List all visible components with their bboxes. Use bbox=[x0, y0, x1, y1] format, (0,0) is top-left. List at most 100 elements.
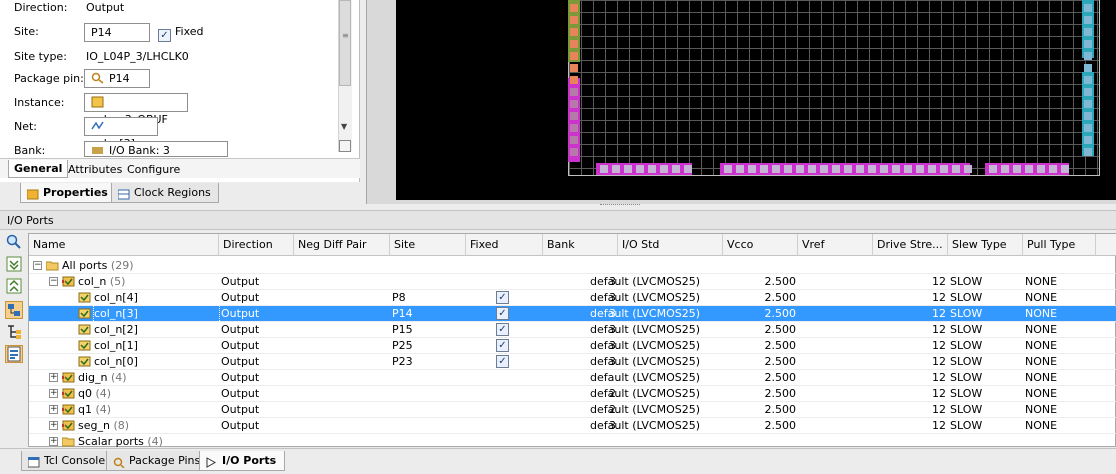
table-row[interactable]: + dig_n (4) Output default (LVCMOS25) 2.500 1… bbox=[29, 370, 1116, 386]
fixed-checkbox[interactable]: ✓ bbox=[496, 355, 509, 368]
io-pad[interactable] bbox=[1084, 76, 1092, 84]
io-pad[interactable] bbox=[570, 40, 578, 48]
io-pad[interactable] bbox=[1061, 165, 1069, 173]
io-pad[interactable] bbox=[672, 165, 680, 173]
cell-site[interactable]: P23 bbox=[392, 354, 466, 370]
io-pad[interactable] bbox=[1084, 16, 1092, 24]
tab-package-pins[interactable]: Package Pins bbox=[106, 451, 210, 471]
cell-site[interactable]: P8 bbox=[392, 290, 466, 306]
io-pad[interactable] bbox=[636, 165, 644, 173]
properties-toggle-icon[interactable] bbox=[5, 345, 23, 363]
table-row[interactable]: col_n[3] Output P14 3 default (LVCMOS25) 2.5… bbox=[29, 305, 1116, 323]
table-row[interactable]: col_n[0] Output P23 3 default (LVCMOS25) 2.5… bbox=[29, 354, 1116, 370]
cell-site[interactable]: P14 bbox=[392, 306, 466, 322]
table-row[interactable]: col_n[1] Output P25 3 default (LVCMOS25) 2.5… bbox=[29, 338, 1116, 354]
io-pad[interactable] bbox=[760, 165, 768, 173]
table-row[interactable]: col_n[4] Output P8 3 default (LVCMOS25) 2.50… bbox=[29, 290, 1116, 306]
table-row[interactable]: − col_n (5) Output 3 default (LVCMOS25) 2.500… bbox=[29, 274, 1116, 290]
io-pad[interactable] bbox=[570, 148, 578, 156]
tab-tcl-console[interactable]: Tcl Console bbox=[21, 451, 115, 471]
cell-site[interactable]: P25 bbox=[392, 338, 466, 354]
io-pad[interactable] bbox=[1049, 165, 1057, 173]
expand-all-icon[interactable] bbox=[5, 277, 23, 295]
column-header[interactable]: Vcco bbox=[723, 234, 798, 256]
io-pad[interactable] bbox=[1013, 165, 1021, 173]
group-by-interface-icon[interactable] bbox=[5, 301, 23, 319]
io-pad[interactable] bbox=[1084, 52, 1092, 60]
expand-icon[interactable]: + bbox=[49, 437, 58, 446]
fixed-checkbox[interactable]: ✓ bbox=[496, 339, 509, 352]
io-pad[interactable] bbox=[1084, 136, 1092, 144]
io-pad[interactable] bbox=[964, 165, 972, 173]
tab-io-ports[interactable]: I/O Ports bbox=[199, 451, 286, 471]
io-pad[interactable] bbox=[892, 165, 900, 173]
hierarchy-icon[interactable] bbox=[5, 323, 23, 341]
io-pad[interactable] bbox=[1037, 165, 1045, 173]
io-pad[interactable] bbox=[570, 136, 578, 144]
io-pad[interactable] bbox=[989, 165, 997, 173]
cell-site[interactable] bbox=[392, 370, 466, 386]
expand-icon[interactable]: + bbox=[49, 389, 58, 398]
io-pad[interactable] bbox=[1084, 88, 1092, 96]
io-pad[interactable] bbox=[856, 165, 864, 173]
io-pad[interactable] bbox=[904, 165, 912, 173]
column-header[interactable]: Neg Diff Pair bbox=[294, 234, 390, 256]
table-row[interactable]: + q0 (4) Output 2 default (LVCMOS25) 2.500 12 S… bbox=[29, 386, 1116, 402]
io-pad[interactable] bbox=[624, 165, 632, 173]
expand-icon[interactable]: + bbox=[49, 421, 58, 430]
io-pad[interactable] bbox=[1084, 4, 1092, 12]
io-pad[interactable] bbox=[868, 165, 876, 173]
io-pad[interactable] bbox=[660, 165, 668, 173]
io-pad[interactable] bbox=[1084, 124, 1092, 132]
io-pad[interactable] bbox=[684, 165, 692, 173]
io-pad[interactable] bbox=[784, 165, 792, 173]
io-pad[interactable] bbox=[570, 100, 578, 108]
io-pad[interactable] bbox=[570, 28, 578, 36]
io-pad[interactable] bbox=[648, 165, 656, 173]
table-row[interactable]: + seg_n (8) Output 3 default (LVCMOS25) 2.500… bbox=[29, 418, 1116, 434]
table-row[interactable]: + q1 (4) Output 2 default (LVCMOS25) 2.500 12 S… bbox=[29, 402, 1116, 418]
io-pad[interactable] bbox=[570, 76, 578, 84]
io-pad[interactable] bbox=[940, 165, 948, 173]
io-pad[interactable] bbox=[808, 165, 816, 173]
io-pad[interactable] bbox=[952, 165, 960, 173]
io-pad[interactable] bbox=[600, 165, 608, 173]
column-header[interactable]: Fixed bbox=[466, 234, 543, 256]
cell-site[interactable] bbox=[392, 386, 466, 402]
io-pad[interactable] bbox=[748, 165, 756, 173]
fixed-checkbox[interactable]: ✓ bbox=[496, 323, 509, 336]
column-header[interactable]: Pull Type bbox=[1023, 234, 1096, 256]
io-pad[interactable] bbox=[1084, 148, 1092, 156]
panel-splitter[interactable] bbox=[600, 204, 640, 208]
io-pad[interactable] bbox=[1001, 165, 1009, 173]
io-pad[interactable] bbox=[1025, 165, 1033, 173]
cell-site[interactable]: P15 bbox=[392, 322, 466, 338]
column-header[interactable]: Direction bbox=[219, 234, 294, 256]
io-pad[interactable] bbox=[570, 52, 578, 60]
column-header[interactable]: Name bbox=[29, 234, 219, 256]
io-pad[interactable] bbox=[1084, 112, 1092, 120]
column-header[interactable]: Slew Type bbox=[948, 234, 1023, 256]
io-pad[interactable] bbox=[916, 165, 924, 173]
column-header[interactable]: I/O Std bbox=[618, 234, 723, 256]
io-pad[interactable] bbox=[928, 165, 936, 173]
column-header[interactable]: Vref bbox=[798, 234, 873, 256]
cell-site[interactable] bbox=[392, 402, 466, 418]
io-pad[interactable] bbox=[570, 4, 578, 12]
column-header[interactable]: Drive Stre... bbox=[873, 234, 948, 256]
io-pad[interactable] bbox=[724, 165, 732, 173]
io-pad[interactable] bbox=[844, 165, 852, 173]
io-pad[interactable] bbox=[796, 165, 804, 173]
io-pad[interactable] bbox=[772, 165, 780, 173]
column-header[interactable]: Site bbox=[390, 234, 466, 256]
collapse-icon[interactable]: − bbox=[33, 261, 42, 270]
expand-icon[interactable]: + bbox=[49, 405, 58, 414]
collapse-icon[interactable]: − bbox=[49, 277, 58, 286]
io-pad[interactable] bbox=[1084, 28, 1092, 36]
fixed-checkbox[interactable]: ✓ bbox=[496, 307, 509, 320]
expand-icon[interactable]: + bbox=[49, 373, 58, 382]
cell-site[interactable] bbox=[392, 418, 466, 434]
fixed-checkbox[interactable]: ✓ bbox=[496, 291, 509, 304]
io-pad[interactable] bbox=[570, 112, 578, 120]
io-pad[interactable] bbox=[736, 165, 744, 173]
